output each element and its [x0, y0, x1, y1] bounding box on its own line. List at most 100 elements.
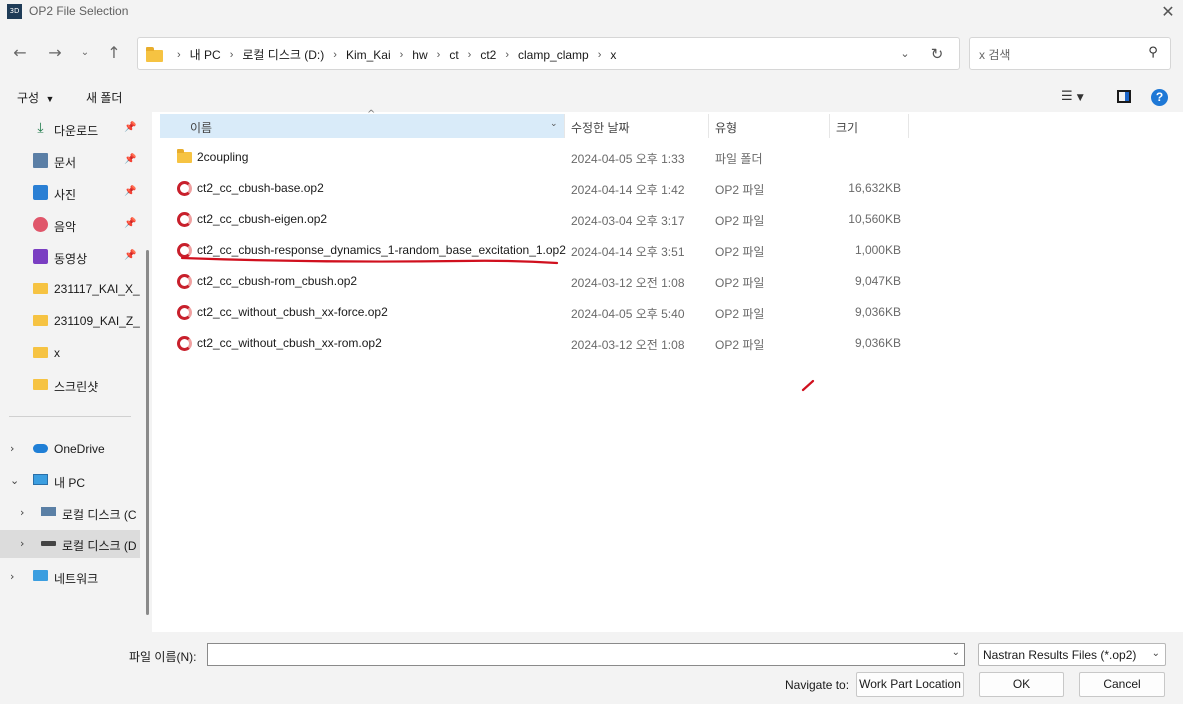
breadcrumb-item[interactable]: hw: [412, 48, 427, 62]
chevron-right-icon[interactable]: ›: [20, 506, 24, 519]
filename-input[interactable]: ⌄: [207, 643, 965, 666]
sidebar-item-downloads[interactable]: ⤓ 다운로드 📌: [0, 115, 140, 143]
new-folder-button[interactable]: 새 폴더: [86, 89, 122, 106]
recent-locations-chevron-icon[interactable]: ⌄: [74, 42, 96, 64]
download-icon: ⤓: [37, 120, 44, 136]
help-icon[interactable]: ?: [1151, 89, 1168, 106]
sidebar-item-label: 내 PC: [54, 476, 86, 490]
folder-icon: [33, 347, 48, 358]
organize-button[interactable]: 구성 ▼: [17, 89, 54, 106]
forward-arrow-icon[interactable]: →: [44, 42, 66, 64]
command-bar: 구성 ▼ 새 폴더 ☰ ▼ ?: [0, 82, 1183, 112]
breadcrumb-item[interactable]: ct: [449, 48, 458, 62]
folder-icon: [146, 47, 163, 62]
breadcrumb-item[interactable]: x: [610, 48, 616, 62]
chevron-down-icon: ⌄: [1151, 648, 1160, 659]
filename-label: 파일 이름(N):: [129, 650, 197, 664]
breadcrumb-item[interactable]: 내 PC: [190, 46, 221, 63]
sidebar-scrollbar[interactable]: [146, 250, 149, 615]
chevron-down-icon[interactable]: ⌄: [10, 474, 19, 487]
sidebar-divider: [9, 416, 131, 417]
network-icon: [33, 570, 48, 581]
pin-icon[interactable]: 📌: [124, 122, 136, 133]
sidebar-item-network[interactable]: › 네트워크: [0, 563, 140, 591]
refresh-icon[interactable]: ↻: [927, 44, 947, 64]
file-type-filter[interactable]: Nastran Results Files (*.op2) ⌄: [978, 643, 1166, 666]
sidebar-item-pictures[interactable]: 사진 📌: [0, 179, 140, 207]
sidebar-item-folder[interactable]: 231117_KAI_X_I: [0, 275, 140, 303]
pin-icon[interactable]: 📌: [124, 154, 136, 165]
pictures-icon: [33, 185, 48, 200]
preview-pane-icon[interactable]: [1117, 90, 1131, 103]
pin-icon[interactable]: 📌: [124, 186, 136, 197]
sidebar-item-documents[interactable]: 문서 📌: [0, 147, 140, 175]
sidebar-item-drive-c[interactable]: › 로컬 디스크 (C: [0, 499, 140, 527]
sidebar-item-label: 로컬 디스크 (C: [62, 508, 137, 522]
annotation-underline: [180, 256, 559, 265]
drive-icon: [41, 541, 56, 546]
sidebar-item-music[interactable]: 음악 📌: [0, 211, 140, 239]
chevron-right-icon: ›: [177, 48, 181, 61]
pc-icon: [33, 474, 48, 485]
file-list: ^ 이름 ⌄ 수정한 날짜 유형 크기 2coupling 2024-04-05…: [160, 109, 1183, 632]
work-part-location-button[interactable]: Work Part Location: [856, 672, 964, 697]
address-dropdown-icon[interactable]: ⌄: [896, 45, 914, 63]
window-title: OP2 File Selection: [29, 4, 129, 18]
folder-icon: [33, 315, 48, 326]
footer-panel: 파일 이름(N): ⌄ Nastran Results Files (*.op2…: [0, 632, 1183, 704]
sidebar-item-folder[interactable]: x: [0, 339, 140, 367]
sidebar-item-onedrive[interactable]: › OneDrive: [0, 435, 140, 463]
sidebar-item-label: OneDrive: [54, 442, 105, 456]
ok-button[interactable]: OK: [979, 672, 1064, 697]
chevron-right-icon: ›: [467, 48, 472, 61]
red-annotation: [180, 256, 815, 392]
sidebar-item-label: 네트워크: [54, 572, 99, 586]
sidebar-item-folder[interactable]: 231109_KAI_Z_I: [0, 307, 140, 335]
organize-label: 구성: [17, 91, 40, 105]
column-divider[interactable]: [908, 114, 909, 138]
music-icon: [33, 217, 48, 232]
search-icon[interactable]: ⚲: [1144, 44, 1162, 62]
navigation-pane: ⤓ 다운로드 📌 문서 📌 사진 📌 음악 📌 동영상 📌 231117_KAI…: [0, 112, 152, 632]
chevron-right-icon[interactable]: ›: [20, 537, 24, 550]
search-placeholder: x 검색: [979, 48, 1011, 62]
drive-icon: [41, 507, 56, 516]
up-arrow-icon[interactable]: ↑: [103, 42, 125, 64]
close-icon[interactable]: ✕: [1158, 1, 1178, 23]
back-arrow-icon[interactable]: ←: [9, 42, 31, 64]
sidebar-item-videos[interactable]: 동영상 📌: [0, 243, 140, 271]
sidebar-item-this-pc[interactable]: ⌄ 내 PC: [0, 467, 140, 495]
chevron-right-icon: ›: [505, 48, 510, 61]
filter-value: Nastran Results Files (*.op2): [983, 648, 1137, 662]
view-options-icon[interactable]: ☰ ▼: [1061, 89, 1091, 105]
chevron-right-icon: ›: [399, 48, 404, 61]
folder-icon: [33, 283, 48, 294]
sidebar-item-label: 231109_KAI_Z_I: [54, 314, 140, 328]
sidebar-item-label: 231117_KAI_X_I: [54, 282, 140, 296]
title-bar: 3D OP2 File Selection ✕: [0, 0, 1183, 24]
navigate-to-label: Navigate to:: [785, 678, 850, 692]
breadcrumb-item[interactable]: clamp_clamp: [518, 48, 589, 62]
cancel-button[interactable]: Cancel: [1079, 672, 1165, 697]
sidebar-item-label: x: [54, 346, 60, 360]
chevron-right-icon[interactable]: ›: [10, 442, 14, 455]
sidebar-item-label: 로컬 디스크 (D: [62, 539, 137, 553]
breadcrumb-item[interactable]: 로컬 디스크 (D:): [242, 46, 324, 63]
breadcrumb-item[interactable]: Kim_Kai: [346, 48, 391, 62]
breadcrumb-item[interactable]: ct2: [480, 48, 496, 62]
sidebar-item-screenshots[interactable]: 스크린샷: [0, 371, 140, 399]
pin-icon[interactable]: 📌: [124, 218, 136, 229]
chevron-right-icon: ›: [333, 48, 337, 61]
chevron-right-icon[interactable]: ›: [10, 570, 14, 583]
caret-down-icon: ▼: [45, 94, 55, 104]
app-icon: 3D: [7, 4, 22, 19]
address-bar[interactable]: › 내 PC › 로컬 디스크 (D:) › Kim_Kai › hw › ct…: [137, 37, 960, 70]
chevron-right-icon: ›: [436, 48, 441, 61]
sidebar-item-drive-d[interactable]: › 로컬 디스크 (D: [0, 530, 140, 558]
video-icon: [33, 249, 48, 264]
search-box[interactable]: x 검색 ⚲: [969, 37, 1171, 70]
folder-icon: [33, 379, 48, 390]
pin-icon[interactable]: 📌: [124, 250, 136, 261]
chevron-down-icon[interactable]: ⌄: [952, 647, 960, 658]
document-icon: [33, 153, 48, 168]
